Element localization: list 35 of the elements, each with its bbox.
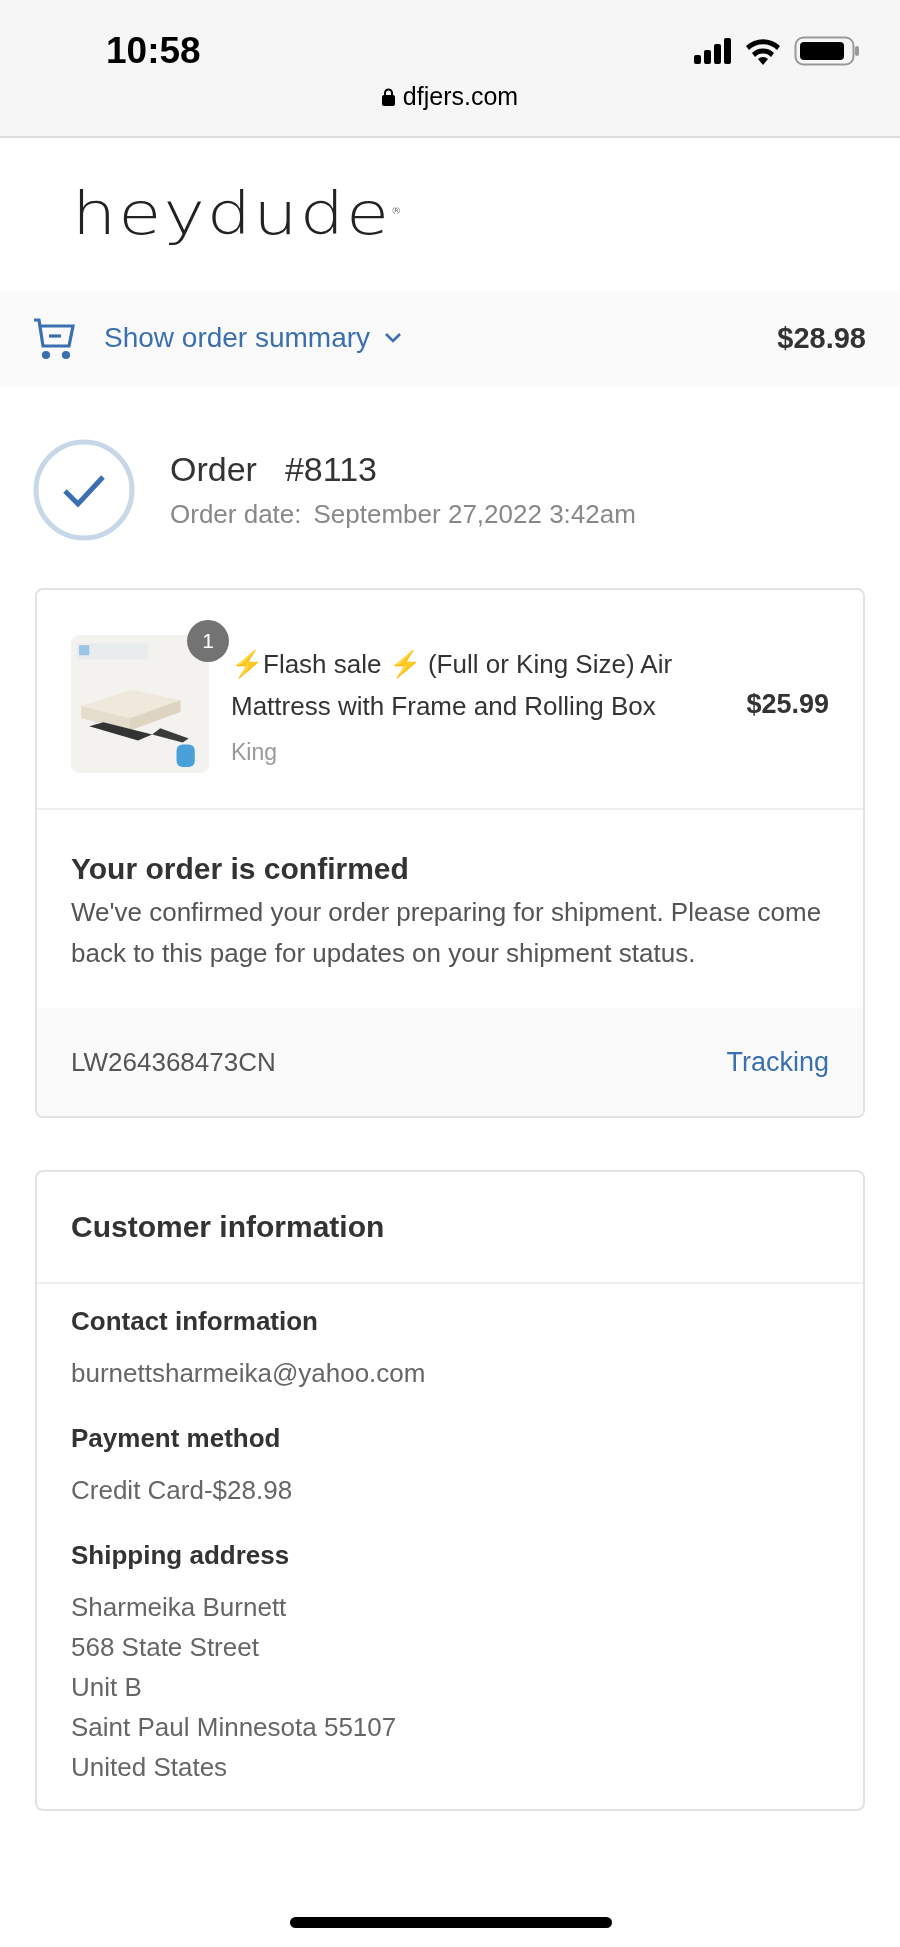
- order-date: September 27,2022 3:42am: [313, 499, 636, 530]
- info-line: United States: [71, 1751, 229, 1784]
- product-price: $25.99: [746, 688, 829, 720]
- battery-icon: [794, 36, 860, 66]
- product-name: ⚡Flash sale ⚡ (Full or King Size) Air Mattress with Frame and Rolling Box: [231, 647, 674, 723]
- quantity-badge: 1: [187, 620, 229, 662]
- info-line: Unit B: [71, 1671, 143, 1704]
- signal-icon: [694, 38, 732, 64]
- show-order-summary-toggle[interactable]: Show order summary: [32, 315, 403, 361]
- info-line: Sharmeika Burnett: [71, 1591, 288, 1624]
- chevron-icon: [384, 332, 403, 344]
- lock-icon: [381, 87, 395, 106]
- brand-logo[interactable]: heydude$^{®}$: [72, 179, 404, 249]
- info-line: Saint Paul Minnesota 55107: [71, 1711, 398, 1744]
- checkmark-circle-icon: [32, 438, 136, 542]
- section-heading: Payment method: [71, 1423, 282, 1454]
- confirmation-text: We've confirmed your order preparing for shipment. Please come back to this page for updates on your shipment status.: [71, 896, 823, 970]
- order-number: #8113: [284, 450, 377, 489]
- info-line: 568 State Street: [71, 1631, 260, 1664]
- order-date-label: Order date:: [170, 499, 302, 530]
- customer-info-title: Customer information: [71, 1210, 385, 1243]
- tracking-number: LW264368473CN: [71, 1046, 276, 1078]
- order-total: $28.98: [777, 321, 866, 355]
- info-line: Credit Card-$28.98: [71, 1474, 294, 1507]
- tracking-link[interactable]: Tracking: [726, 1046, 829, 1078]
- confirmation-title: Your order is confirmed: [71, 852, 410, 886]
- info-line: burnettsharmeika@yahoo.com: [71, 1357, 427, 1390]
- order-title: Order: [170, 450, 257, 489]
- wifi-icon: [744, 37, 782, 65]
- section-heading: Shipping address: [71, 1540, 291, 1571]
- url-text[interactable]: dfjers.com: [402, 82, 519, 111]
- product-variant: King: [231, 738, 279, 766]
- section-heading: Contact information: [71, 1306, 319, 1337]
- clock-time: 10:58: [106, 30, 201, 72]
- cart-icon: [32, 315, 78, 361]
